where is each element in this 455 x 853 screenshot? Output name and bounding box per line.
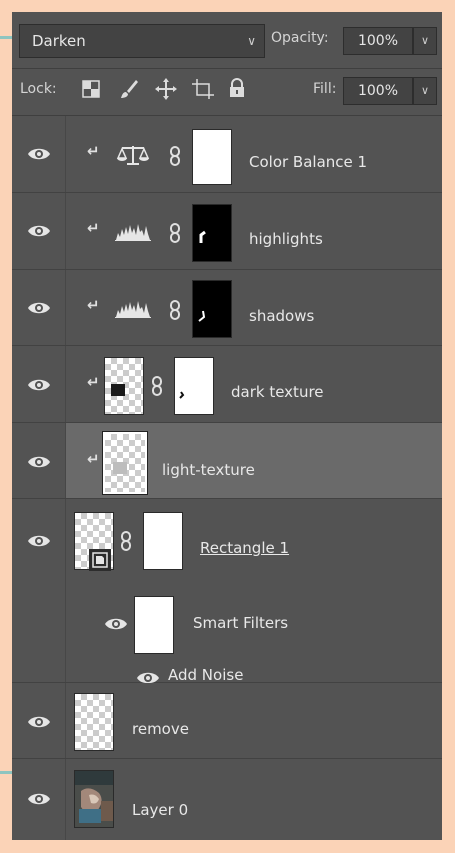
filter-name[interactable]: Add Noise [168,666,243,684]
eye-icon[interactable] [27,714,51,730]
lock-image-pixels-icon[interactable] [119,78,139,100]
layer-name[interactable]: remove [132,720,189,738]
mask-stroke-shape [179,391,185,399]
layer-name[interactable]: Color Balance 1 [249,153,367,171]
lock-fill-bar: Lock: Fill: 100% ∨ [12,69,442,115]
blend-opacity-bar: Darken ∨ Opacity: 100% ∨ [12,12,442,68]
color-balance-icon [116,146,150,165]
texture-preview-shape [111,384,125,396]
levels-histogram-icon [115,301,151,318]
smart-filters-label[interactable]: Smart Filters [193,614,288,632]
layer-mask-thumbnail[interactable] [192,129,232,185]
layer-thumbnail[interactable] [102,431,148,495]
link-chain-icon [170,146,180,166]
link-chain-icon [152,376,162,396]
layer-mask-thumbnail[interactable] [192,280,232,338]
layer-thumbnail[interactable] [104,357,144,415]
clipping-arrow-icon: ↵ [87,219,100,237]
smart-filter-mask-thumbnail[interactable] [134,596,174,654]
photo-preview [75,771,113,827]
layers-panel: Darken ∨ Opacity: 100% ∨ Lock: Fill: 100… [12,12,442,840]
clipping-arrow-icon: ↵ [87,450,100,468]
opacity-dropdown-button[interactable]: ∨ [413,27,437,55]
eye-icon[interactable] [27,300,51,316]
opacity-input[interactable]: 100% [343,27,413,55]
smart-object-badge-icon [89,549,111,571]
layer-row-dark-texture[interactable]: ↵ dark texture [12,346,442,423]
eye-icon[interactable] [27,533,51,549]
teal-accent-line-bottom [0,771,12,774]
texture-preview-shape [113,462,127,474]
layer-name[interactable]: dark texture [231,383,324,401]
opacity-label: Opacity: [271,30,329,46]
layer-mask-thumbnail[interactable] [174,357,214,415]
layer-name[interactable]: shadows [249,307,314,325]
eye-icon[interactable] [27,454,51,470]
lock-all-icon[interactable] [228,78,246,98]
visibility-column [12,499,66,682]
teal-accent-line-top [0,36,12,39]
layer-name[interactable]: highlights [249,230,323,248]
layer-name[interactable]: light-texture [162,461,255,479]
layer-row-remove[interactable]: remove [12,683,442,759]
link-chain-icon [170,223,180,243]
chevron-down-icon: ∨ [247,34,256,48]
blend-mode-dropdown[interactable]: Darken ∨ [19,24,265,58]
lock-artboard-icon[interactable] [192,79,214,99]
lock-position-icon[interactable] [155,78,177,100]
layer-row-layer-0[interactable]: Layer 0 [12,759,442,840]
fill-label: Fill: [313,81,337,97]
eye-icon[interactable] [27,223,51,239]
clipping-arrow-icon: ↵ [87,296,100,314]
eye-icon[interactable] [104,616,128,632]
layer-row-light-texture[interactable]: ↵ light-texture [12,423,442,499]
layer-photo-thumbnail[interactable] [74,770,114,828]
fill-dropdown-button[interactable]: ∨ [413,77,437,105]
blend-mode-value: Darken [32,32,86,50]
lock-transparent-pixels-icon[interactable] [82,80,100,98]
clipping-arrow-icon: ↵ [87,142,100,160]
layer-row-shadows[interactable]: ↵ shadows [12,270,442,346]
layer-name[interactable]: Layer 0 [132,801,188,819]
layer-row-color-balance[interactable]: ↵ Color Balance 1 [12,116,442,193]
layer-mask-thumbnail[interactable] [143,512,183,570]
layer-mask-thumbnail[interactable] [192,204,232,262]
layer-thumbnail[interactable] [74,693,114,751]
clipping-arrow-icon: ↵ [87,373,100,391]
layer-row-rectangle-1[interactable]: Rectangle 1 Smart Filters Add Noise [12,499,442,684]
lock-label: Lock: [20,81,57,97]
layer-name[interactable]: Rectangle 1 [200,539,289,557]
levels-histogram-icon [115,224,151,241]
eye-icon[interactable] [27,791,51,807]
mask-stroke-shape [199,230,206,243]
eye-icon[interactable] [27,146,51,162]
mask-stroke-shape [198,310,206,322]
fill-input[interactable]: 100% [343,77,413,105]
eye-icon[interactable] [27,377,51,393]
layer-row-highlights[interactable]: ↵ highlights [12,193,442,270]
link-chain-icon [121,531,131,551]
link-chain-icon [170,300,180,320]
